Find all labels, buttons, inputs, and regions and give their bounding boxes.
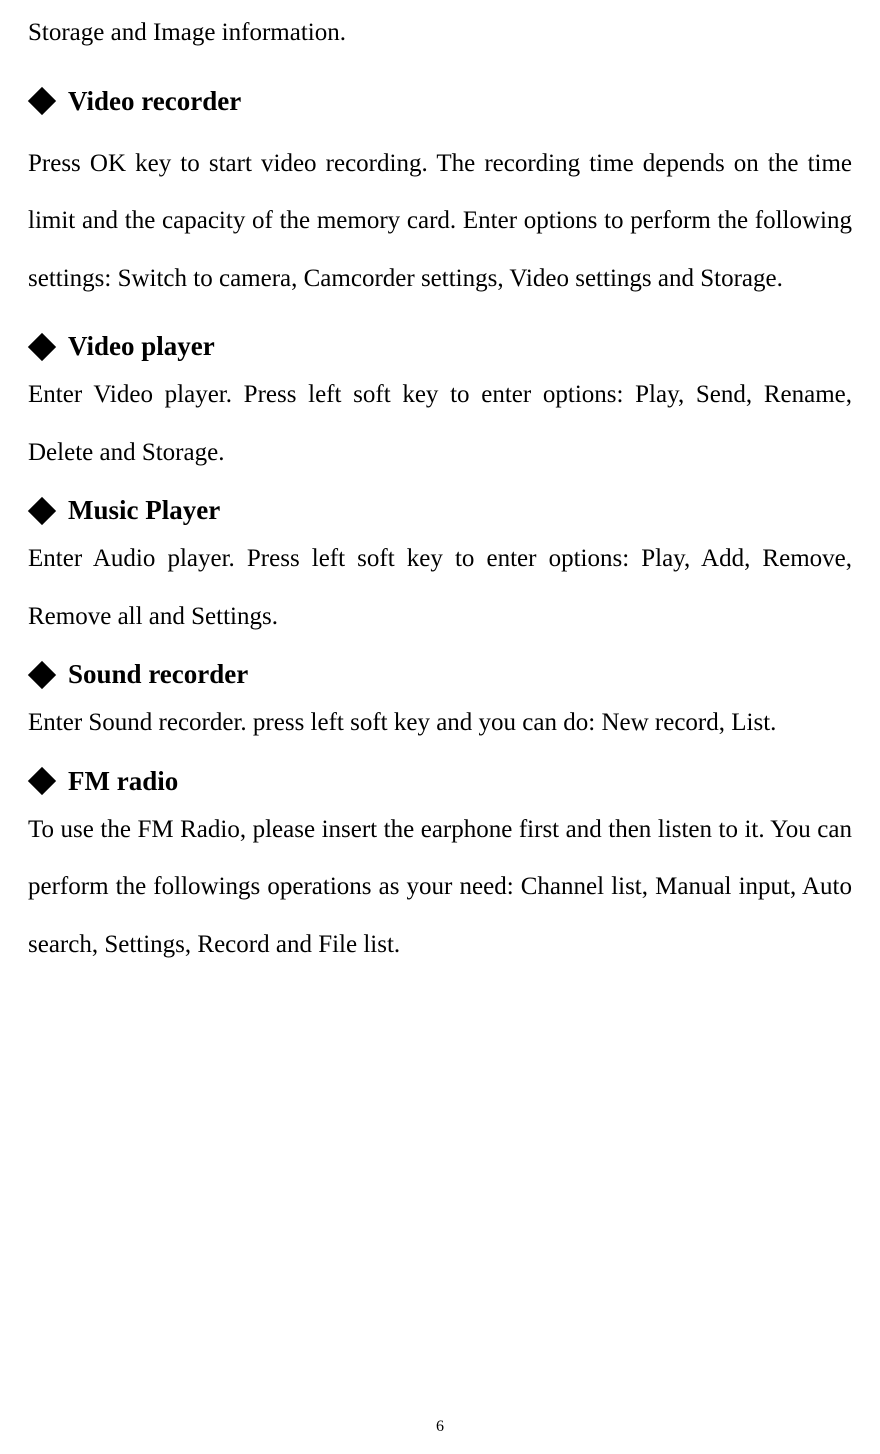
heading-text: FM radio bbox=[68, 766, 178, 797]
diamond-bullet-icon bbox=[28, 332, 56, 360]
body-text: To use the FM Radio, please insert the e… bbox=[28, 801, 852, 974]
section-fm-radio: FM radio To use the FM Radio, please ins… bbox=[28, 766, 852, 974]
section-sound-recorder: Sound recorder Enter Sound recorder. pre… bbox=[28, 659, 852, 752]
heading-row: Music Player bbox=[28, 495, 852, 526]
body-text: Enter Audio player. Press left soft key … bbox=[28, 530, 852, 645]
page-number: 6 bbox=[436, 1418, 444, 1436]
heading-row: FM radio bbox=[28, 766, 852, 797]
heading-row: Video recorder bbox=[28, 86, 852, 117]
heading-text: Music Player bbox=[68, 495, 220, 526]
section-video-player: Video player Enter Video player. Press l… bbox=[28, 331, 852, 481]
body-text: Enter Video player. Press left soft key … bbox=[28, 366, 852, 481]
diamond-bullet-icon bbox=[28, 496, 56, 524]
section-music-player: Music Player Enter Audio player. Press l… bbox=[28, 495, 852, 645]
section-video-recorder: Video recorder Press OK key to start vid… bbox=[28, 86, 852, 308]
diamond-bullet-icon bbox=[28, 767, 56, 795]
intro-text: Storage and Image information. bbox=[28, 4, 852, 62]
heading-text: Video player bbox=[68, 331, 215, 362]
body-text: Enter Sound recorder. press left soft ke… bbox=[28, 694, 852, 752]
body-text: Press OK key to start video recording. T… bbox=[28, 135, 852, 308]
heading-row: Sound recorder bbox=[28, 659, 852, 690]
heading-text: Sound recorder bbox=[68, 659, 248, 690]
diamond-bullet-icon bbox=[28, 660, 56, 688]
diamond-bullet-icon bbox=[28, 87, 56, 115]
heading-row: Video player bbox=[28, 331, 852, 362]
heading-text: Video recorder bbox=[68, 86, 241, 117]
